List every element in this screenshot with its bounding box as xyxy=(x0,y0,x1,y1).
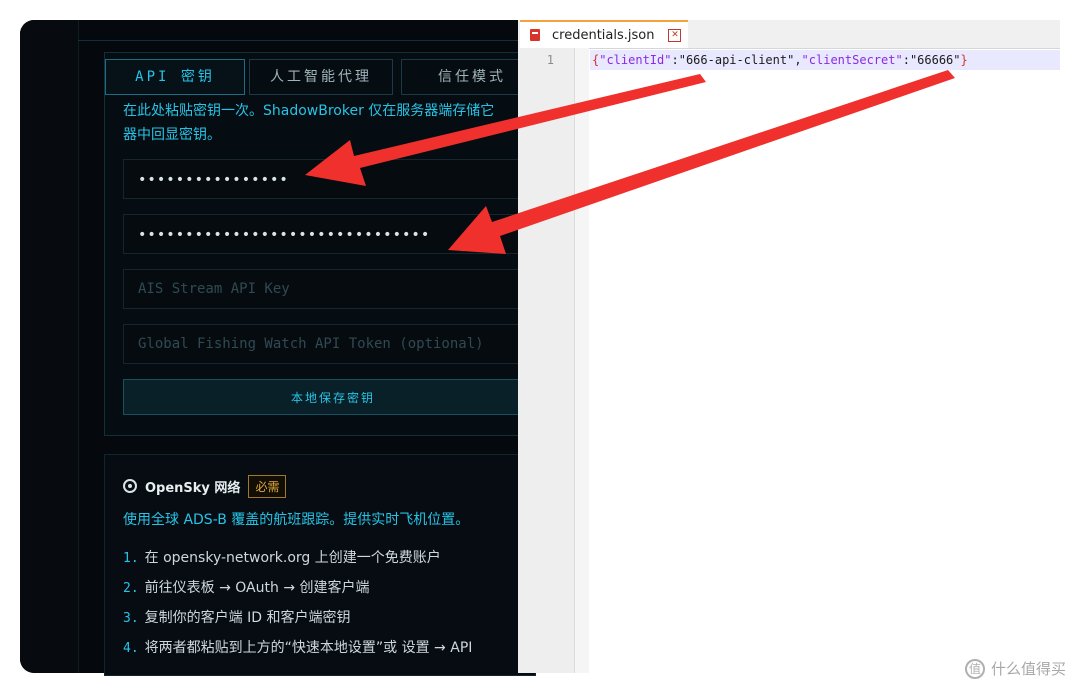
ais-stream-key-field[interactable] xyxy=(123,269,543,309)
client-secret-field[interactable]: ••••••••••••••••••••••••••••••• xyxy=(123,214,543,254)
code-line[interactable]: {"clientId":"666-api-client","clientSecr… xyxy=(592,50,968,70)
opensky-description: 使用全球 ADS-B 覆盖的航班跟踪。提供实时飞机位置。 xyxy=(123,512,470,528)
opensky-logo-icon xyxy=(123,479,137,493)
watermark-text: 什么值得买 xyxy=(990,660,1066,678)
close-icon[interactable]: ✕ xyxy=(668,28,682,42)
json-value: "66666" xyxy=(909,53,961,67)
step-text: 前往仪表板 → OAuth → 创建客户端 xyxy=(144,580,370,596)
save-keys-locally-button[interactable]: 本地保存密钥 xyxy=(123,379,543,415)
fold-margin xyxy=(575,48,589,673)
file-icon xyxy=(530,29,540,41)
divider xyxy=(78,40,518,41)
list-item: 2. 前往仪表板 → OAuth → 创建客户端 xyxy=(123,573,472,603)
editor-tab-bar: credentials.json ✕ xyxy=(518,20,1060,49)
opensky-title: OpenSky 网络 xyxy=(145,480,241,496)
step-number: 1. xyxy=(123,551,139,566)
list-item: 1. 在 opensky-network.org 上创建一个免费账户 xyxy=(123,543,472,573)
watermark: 值 什么值得买 xyxy=(964,658,1066,679)
line-number-gutter: 1 xyxy=(518,48,575,673)
step-number: 3. xyxy=(123,611,139,626)
sidebar-rail xyxy=(20,20,79,673)
step-text: 复制你的客户端 ID 和客户端密钥 xyxy=(144,610,351,626)
opensky-header: OpenSky 网络 必需 xyxy=(123,473,287,499)
client-secret-masked-value: ••••••••••••••••••••••••••••••• xyxy=(138,227,431,243)
ais-stream-key-input[interactable] xyxy=(124,270,542,308)
gfw-token-input[interactable] xyxy=(124,325,542,363)
opensky-steps: 1. 在 opensky-network.org 上创建一个免费账户 2. 前往仪表… xyxy=(123,543,472,663)
list-item: 4. 将两者都粘贴到上方的“快速本地设置”或 设置 → API xyxy=(123,633,472,663)
gfw-token-field[interactable] xyxy=(123,324,543,364)
step-number: 4. xyxy=(123,641,139,656)
step-text: 在 opensky-network.org 上创建一个免费账户 xyxy=(144,550,441,566)
opensky-card: OpenSky 网络 必需 使用全球 ADS-B 覆盖的航班跟踪。提供实时飞机位… xyxy=(104,454,536,676)
json-key: "clientSecret" xyxy=(801,53,903,67)
step-text: 将两者都粘贴到上方的“快速本地设置”或 设置 → API xyxy=(144,640,473,656)
client-id-masked-value: •••••••••••••••• xyxy=(138,172,289,188)
client-id-field[interactable]: •••••••••••••••• xyxy=(123,159,543,199)
tab-filename: credentials.json xyxy=(552,27,655,43)
required-badge: 必需 xyxy=(248,474,287,498)
api-keys-description: 在此处粘贴密钥一次。ShadowBroker 仅在服务器端存储它 器中回显密钥。 xyxy=(123,103,495,143)
line-number: 1 xyxy=(546,53,554,67)
list-item: 3. 复制你的客户端 ID 和客户端密钥 xyxy=(123,603,472,633)
text-editor: credentials.json ✕ 1 {"clientId":"666-ap… xyxy=(518,20,1060,673)
api-keys-panel: API 密钥 人工智能代理 信任模式 在此处粘贴密钥一次。ShadowBroke… xyxy=(104,52,543,436)
tab-credentials-json[interactable]: credentials.json ✕ xyxy=(520,20,688,48)
tab-ai-agent[interactable]: 人工智能代理 xyxy=(249,59,393,95)
json-brace: } xyxy=(960,53,968,67)
tab-api-keys[interactable]: API 密钥 xyxy=(105,59,245,95)
json-value: "666-api-client" xyxy=(678,53,795,67)
watermark-logo-icon: 值 xyxy=(964,658,985,679)
json-key: "clientId" xyxy=(599,53,672,67)
step-number: 2. xyxy=(123,581,139,596)
